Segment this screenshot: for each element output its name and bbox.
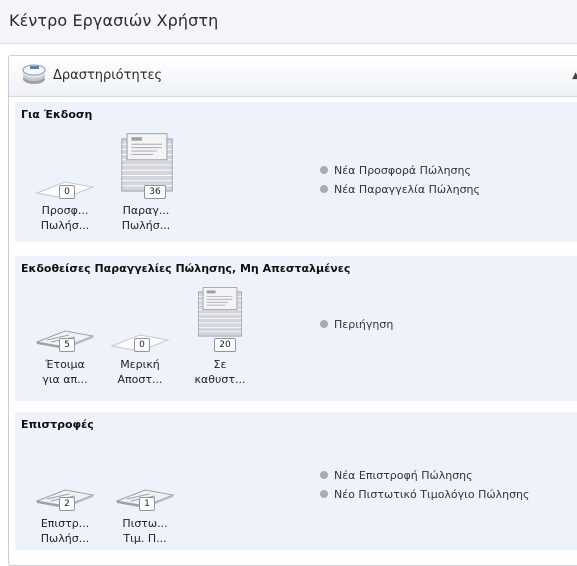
tile-label: Πιστω... Τιμ. Π...	[122, 517, 168, 545]
activities-title: Δραστηριότητες	[53, 68, 163, 83]
count-badge: 2	[59, 497, 75, 511]
browse-link[interactable]: Περιήγηση	[320, 318, 393, 331]
section-title: Για Έκδοση	[21, 108, 93, 121]
activities-panel: Δραστηριότητες ▲ Για Έκδοση 0 Προσφ... Π…	[8, 55, 577, 566]
bullet-icon	[320, 320, 328, 328]
new-sales-return-link[interactable]: Νέα Επιστροφή Πώλησης	[320, 469, 473, 482]
tile-delayed[interactable]: 20 Σε καθυστ...	[190, 286, 250, 393]
bullet-icon	[320, 185, 328, 193]
count-badge: 5	[59, 338, 75, 352]
count-badge: 0	[59, 185, 75, 199]
tile-label: Έτοιμα για απ...	[42, 358, 88, 386]
tile-label: Επιστρ... Πωλήσ...	[40, 517, 90, 545]
new-sales-quote-link[interactable]: Νέα Προσφορά Πώλησης	[320, 164, 471, 177]
bullet-icon	[320, 166, 328, 174]
tile-label: Παραγ... Πωλήσ...	[121, 204, 171, 232]
tile-sales-returns[interactable]: 2 Επιστρ... Πωλήσ...	[35, 457, 95, 547]
activities-header[interactable]: Δραστηριότητες ▲	[9, 56, 577, 97]
tile-ready-to-ship[interactable]: 5 Έτοιμα για απ...	[35, 298, 95, 393]
count-badge: 0	[134, 338, 150, 352]
title-bar: Κέντρο Εργασιών Χρήστη	[0, 0, 577, 44]
tile-label: Μερική Αποστ...	[117, 358, 163, 386]
count-badge: 36	[144, 185, 166, 199]
new-sales-order-link[interactable]: Νέα Παραγγελία Πώλησης	[320, 183, 480, 196]
tile-sales-quotes[interactable]: 0 Προσφ... Πωλήσ...	[35, 157, 95, 232]
count-badge: 20	[214, 338, 236, 352]
window-title: Κέντρο Εργασιών Χρήστη	[9, 11, 219, 30]
tile-label: Σε καθυστ...	[194, 358, 246, 386]
count-badge: 1	[139, 497, 155, 511]
new-credit-memo-link[interactable]: Νέο Πιστωτικό Τιμολόγιο Πώλησης	[320, 488, 530, 501]
bullet-icon	[320, 490, 328, 498]
tile-label: Προσφ... Πωλήσ...	[40, 204, 90, 232]
document-stack-icon	[190, 286, 250, 342]
section-released-not-shipped: Εκδοθείσες Παραγγελίες Πώλησης, Μη Απεστ…	[15, 256, 577, 401]
tile-partially-shipped[interactable]: 0 Μερική Αποστ...	[110, 298, 170, 393]
section-returns: Επιστροφές 2 Επιστρ... Πωλήσ... 1 Πιστω.…	[15, 412, 577, 550]
section-to-issue: Για Έκδοση 0 Προσφ... Πωλήσ... 36 Παραγ.…	[15, 102, 577, 242]
tile-credit-memos[interactable]: 1 Πιστω... Τιμ. Π...	[115, 457, 175, 547]
tile-sales-orders[interactable]: 36 Παραγ... Πωλήσ...	[116, 122, 176, 232]
section-title: Εκδοθείσες Παραγγελίες Πώλησης, Μη Απεστ…	[21, 262, 351, 275]
bullet-icon	[320, 471, 328, 479]
collapse-arrow-icon[interactable]: ▲	[572, 71, 577, 81]
documents-stack-icon	[22, 64, 46, 84]
section-title: Επιστροφές	[21, 418, 94, 431]
